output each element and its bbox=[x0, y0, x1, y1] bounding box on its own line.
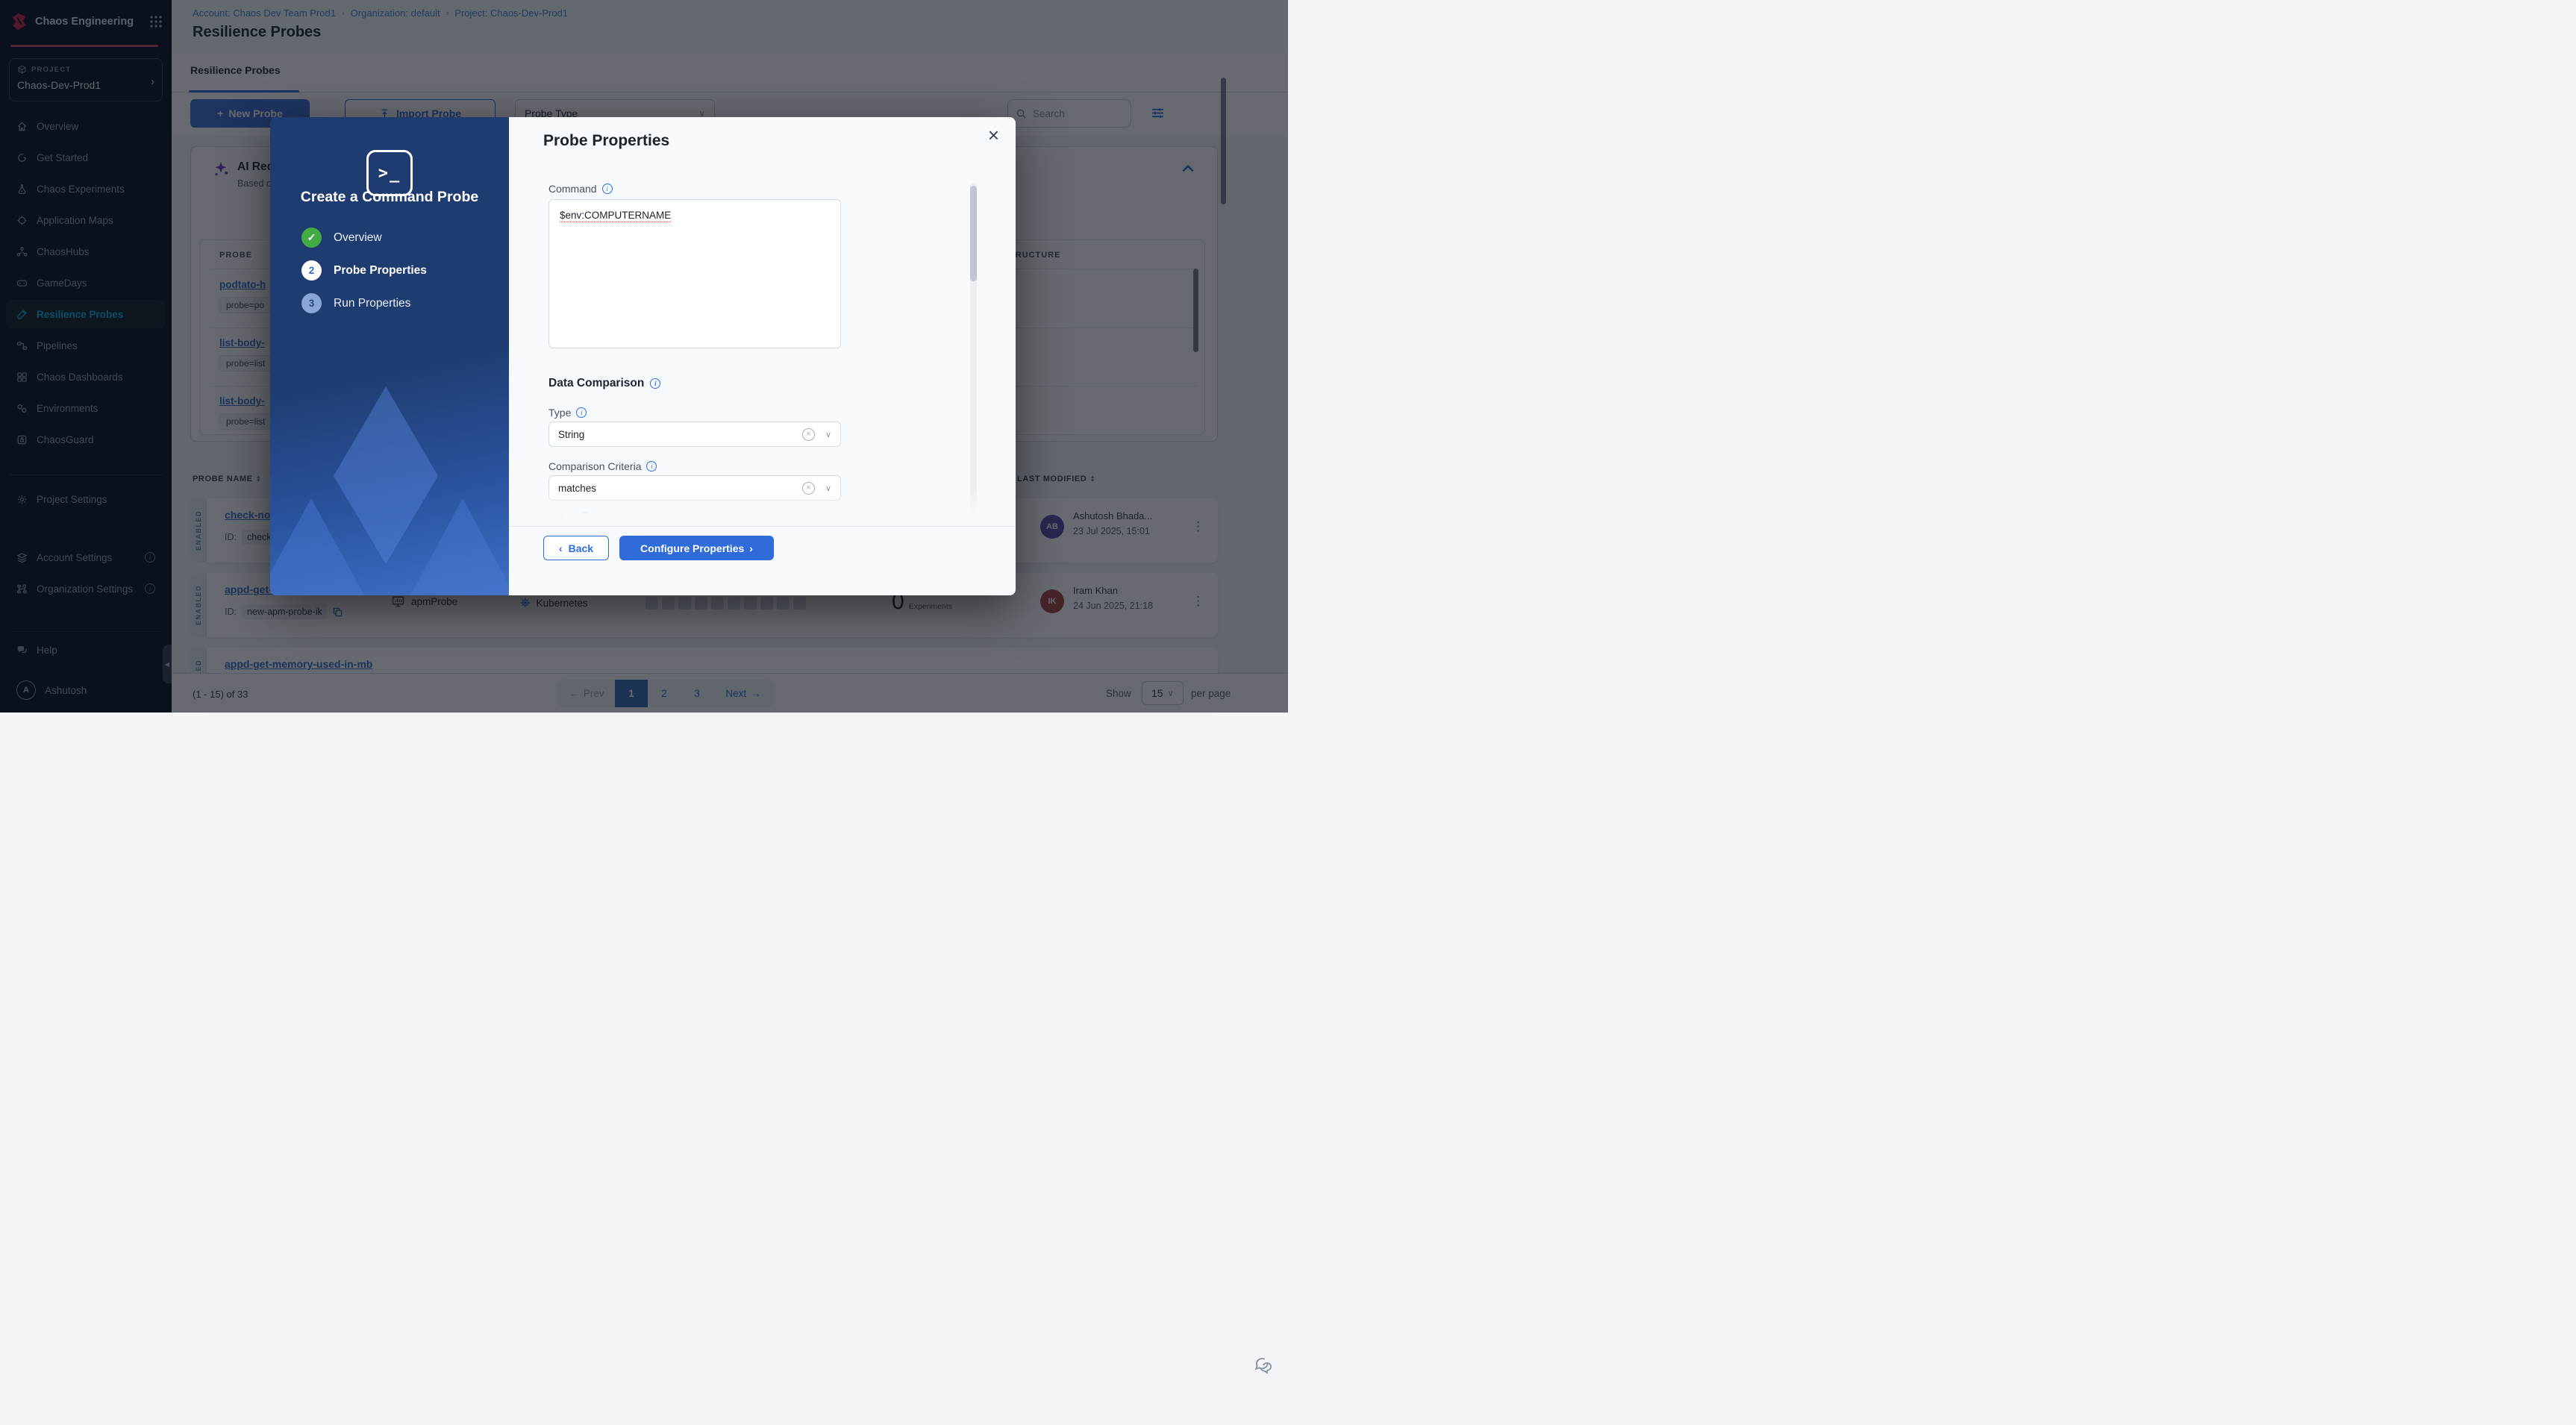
wizard-step-overview[interactable]: ✓ Overview bbox=[301, 228, 427, 248]
data-comparison-heading: Data Comparison bbox=[548, 377, 660, 390]
clear-icon[interactable] bbox=[802, 428, 815, 441]
info-icon bbox=[602, 184, 613, 194]
footer-divider bbox=[509, 526, 1016, 527]
configure-properties-button[interactable]: Configure Properties › bbox=[619, 536, 774, 560]
wizard-step-run-properties[interactable]: 3 Run Properties bbox=[301, 293, 427, 313]
step-number: 2 bbox=[301, 260, 322, 281]
modal-title: Probe Properties bbox=[543, 132, 669, 150]
modal-form-panel: × Probe Properties Command $env:COMPUTER… bbox=[509, 117, 1016, 595]
info-icon bbox=[646, 461, 657, 472]
info-icon bbox=[576, 407, 587, 418]
scroll-fade bbox=[509, 490, 1016, 526]
wizard-step-probe-properties[interactable]: 2 Probe Properties bbox=[301, 260, 427, 281]
info-icon bbox=[650, 378, 660, 389]
wizard-panel: >_ Create a Command Probe ✓ Overview 2 P… bbox=[270, 117, 509, 595]
chevron-left-icon: ‹ bbox=[559, 542, 563, 554]
type-select[interactable]: String bbox=[548, 422, 841, 447]
command-label-row: Command bbox=[548, 183, 613, 195]
step-number: 3 bbox=[301, 293, 322, 313]
support-chat-icon[interactable] bbox=[1250, 1356, 1272, 1377]
type-label-row: Type bbox=[548, 407, 587, 419]
check-icon: ✓ bbox=[301, 228, 322, 248]
command-textarea[interactable]: $env:COMPUTERNAME bbox=[548, 199, 841, 348]
back-button[interactable]: ‹ Back bbox=[543, 536, 609, 560]
modal-scrollbar-thumb[interactable] bbox=[970, 186, 977, 281]
chevron-down-icon bbox=[825, 430, 831, 439]
harness-watermark bbox=[270, 386, 509, 595]
wizard-title: Create a Command Probe bbox=[270, 189, 509, 206]
criteria-label-row: Comparison Criteria bbox=[548, 460, 657, 472]
chevron-right-icon: › bbox=[749, 542, 753, 554]
create-command-probe-modal: >_ Create a Command Probe ✓ Overview 2 P… bbox=[270, 117, 1016, 595]
close-icon[interactable]: × bbox=[988, 123, 999, 148]
